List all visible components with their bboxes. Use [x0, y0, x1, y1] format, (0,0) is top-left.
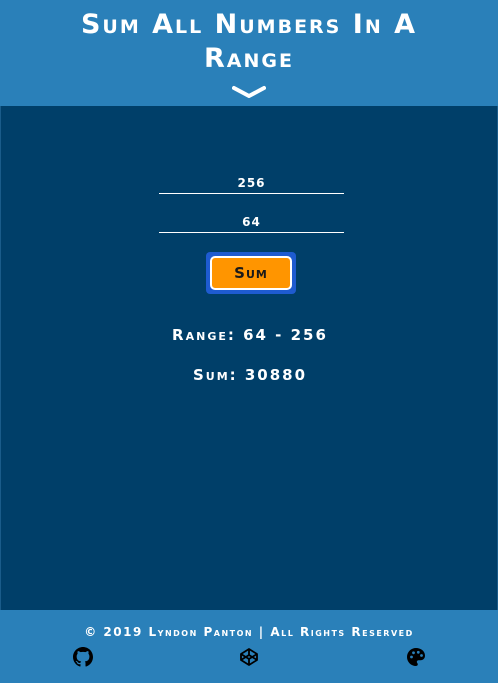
- min-number-input[interactable]: [159, 212, 344, 233]
- main-content: Sum Range: 64 - 256 Sum: 30880: [0, 106, 498, 610]
- page-header: Sum All Numbers In A Range: [0, 0, 498, 106]
- page-footer: © 2019 Lyndon Panton | All Rights Reserv…: [0, 610, 498, 683]
- github-icon[interactable]: [73, 647, 93, 667]
- range-result: Range: 64 - 256: [172, 326, 328, 344]
- palette-icon[interactable]: [406, 647, 426, 667]
- sum-result: Sum: 30880: [192, 366, 308, 384]
- sum-button-label: Sum: [210, 256, 292, 290]
- page-title: Sum All Numbers In A Range: [80, 9, 418, 74]
- max-number-input[interactable]: [159, 173, 344, 194]
- codepen-icon[interactable]: [239, 647, 259, 667]
- copyright-text: © 2019 Lyndon Panton | All Rights Reserv…: [84, 625, 414, 639]
- sum-button[interactable]: Sum: [206, 252, 296, 294]
- chevron-down-icon[interactable]: [232, 84, 266, 98]
